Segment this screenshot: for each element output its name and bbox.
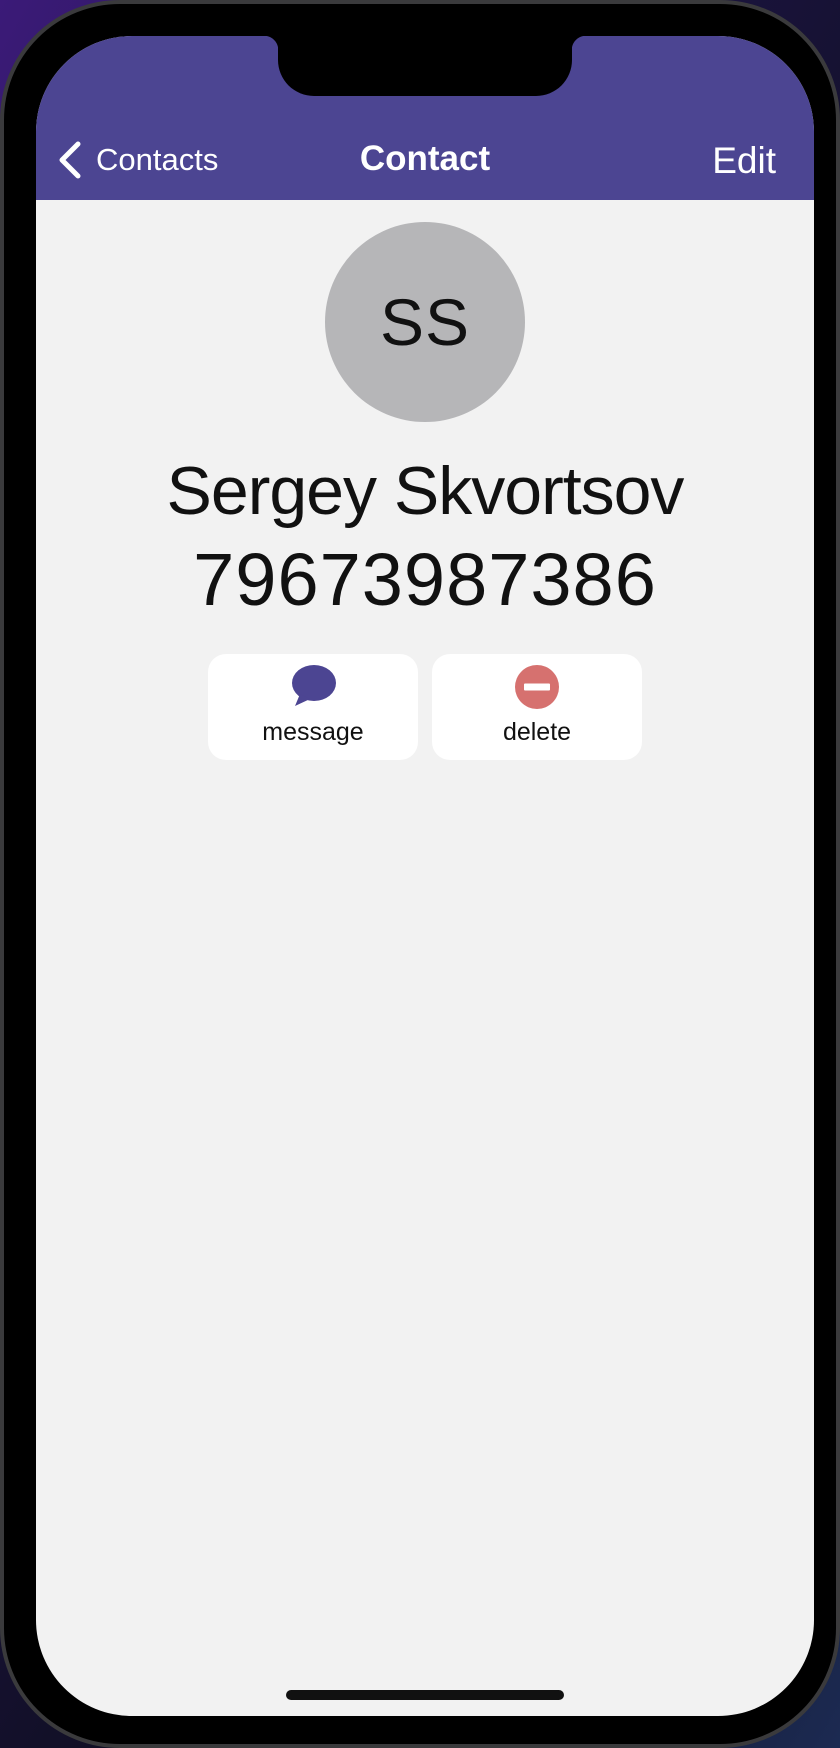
speech-bubble-icon [292,665,336,706]
message-button-label: message [262,718,364,746]
contact-screen: Contacts Contact Edit SS Sergey Skvortso… [36,36,814,1716]
delete-button-label: delete [502,718,572,746]
device-notch [264,36,586,96]
edit-button[interactable]: Edit [712,136,776,186]
contact-name: Sergey Skvortsov [166,453,685,529]
chevron-left-icon [59,141,81,179]
avatar-initials: SS [379,285,471,359]
contact-phone-number: 79673987386 [193,538,657,621]
minus-circle-icon [515,665,559,709]
back-to-contacts-button[interactable]: Contacts [56,138,218,182]
message-button[interactable]: message [208,654,418,760]
delete-icon-wrap [432,664,642,710]
back-button-label: Contacts [96,142,219,177]
delete-button[interactable]: delete [432,654,642,760]
home-indicator[interactable] [286,1690,564,1700]
message-icon-wrap [208,664,418,710]
avatar: SS [325,222,525,422]
